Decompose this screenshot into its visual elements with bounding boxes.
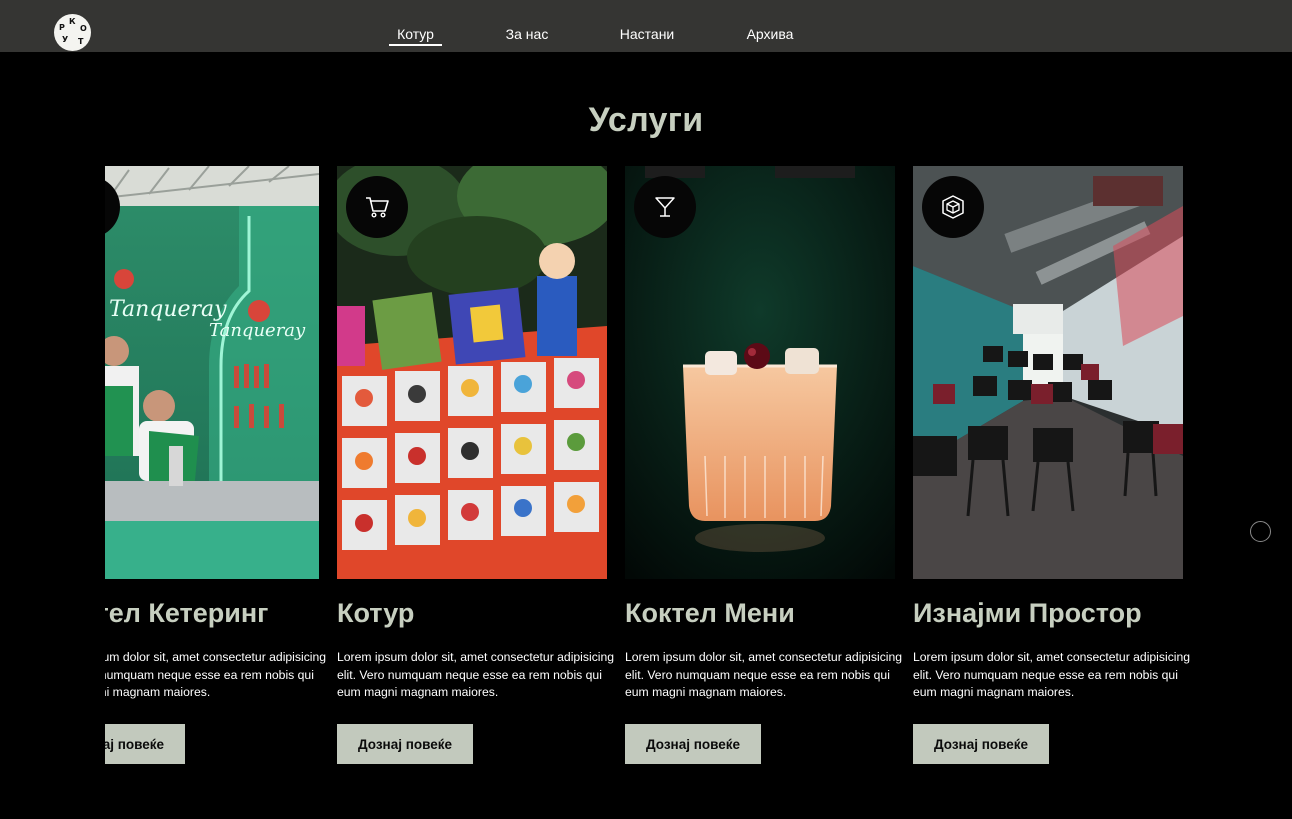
- space-icon-badge: [922, 176, 984, 238]
- cart-icon-badge: [346, 176, 408, 238]
- logo-letter: У: [62, 35, 69, 44]
- nav-link-about[interactable]: За нас: [500, 26, 554, 44]
- logo-letter: Т: [78, 37, 84, 46]
- service-card-cocktail-menu: Коктел Мени Lorem ipsum dolor sit, amet …: [625, 166, 902, 806]
- nav-link-kotur[interactable]: Котур: [389, 26, 442, 44]
- svg-text:Tanqueray: Tanqueray: [209, 320, 306, 341]
- logo-letter: Р: [59, 23, 65, 32]
- logo-letter: К: [69, 17, 76, 26]
- cart-icon: [366, 197, 389, 218]
- card-description: Lorem ipsum dolor sit, amet consectetur …: [337, 650, 615, 699]
- card-description: Lorem ipsum dolor sit, amet consectetur …: [105, 650, 327, 699]
- kotur-logo[interactable]: К О Т У Р: [54, 14, 91, 51]
- top-navigation-bar: К О Т У Р Котур За нас Настани Архива: [0, 0, 1292, 52]
- services-carousel[interactable]: Tanqueray Tanqueray Коктел Кетеринг: [105, 166, 1205, 806]
- service-card-kotur: Котур Lorem ipsum dolor sit, amet consec…: [337, 166, 614, 806]
- cocktail-icon-badge: [634, 176, 696, 238]
- service-card-rent-space: Изнајми Простор Lorem ipsum dolor sit, a…: [913, 166, 1190, 806]
- carousel-indicator-dot[interactable]: [1250, 521, 1271, 542]
- nav-link-archive[interactable]: Архива: [738, 26, 802, 44]
- card-description: Lorem ipsum dolor sit, amet consectetur …: [913, 650, 1191, 699]
- logo-letter: О: [80, 24, 87, 33]
- rent-space-icon: [942, 195, 964, 219]
- nav-link-events[interactable]: Настани: [612, 26, 682, 44]
- service-card-catering: Tanqueray Tanqueray Коктел Кетеринг: [105, 166, 326, 806]
- learn-more-button[interactable]: Дознај повеќе: [625, 724, 761, 764]
- catering-image: Tanqueray Tanqueray: [105, 166, 319, 579]
- card-title: Изнајми Простор: [913, 598, 1142, 628]
- services-title: Услуги: [588, 101, 704, 139]
- learn-more-button[interactable]: Дознај повеќе: [105, 724, 185, 764]
- active-nav-indicator: [389, 44, 442, 46]
- learn-more-button[interactable]: Дознај повеќе: [913, 724, 1049, 764]
- cocktail-icon: [655, 197, 675, 217]
- card-description: Lorem ipsum dolor sit, amet consectetur …: [625, 650, 903, 699]
- svg-text:Tanqueray: Tanqueray: [109, 297, 227, 322]
- learn-more-button[interactable]: Дознај повеќе: [337, 724, 473, 764]
